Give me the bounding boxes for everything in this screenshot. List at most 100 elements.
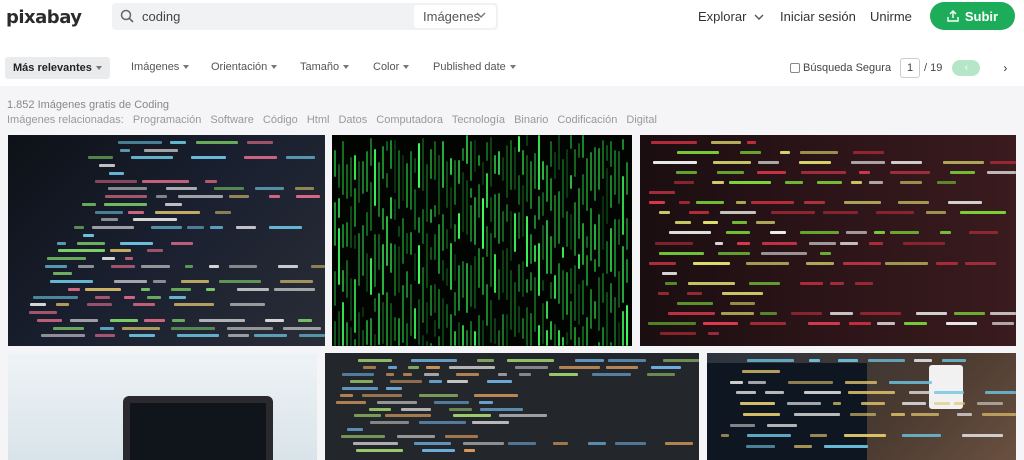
matrix-texture — [530, 313, 532, 346]
code-texture — [984, 391, 1016, 395]
caret-down-icon — [95, 66, 102, 71]
matrix-texture — [334, 202, 336, 246]
image-result[interactable] — [640, 135, 1016, 346]
filter-label: Published date — [433, 61, 506, 73]
matrix-texture — [498, 268, 500, 301]
safe-search-toggle[interactable]: Búsqueda Segura — [790, 62, 891, 74]
code-texture — [518, 372, 532, 376]
related-tag[interactable]: Código — [263, 114, 298, 126]
filter-orientation[interactable]: Orientación — [211, 61, 278, 73]
filter-size[interactable]: Tamaño — [300, 61, 350, 73]
image-result[interactable] — [325, 353, 699, 460]
search-type-dropdown[interactable]: Imágenes — [414, 5, 496, 28]
code-texture — [746, 445, 775, 449]
matrix-texture — [342, 269, 344, 292]
matrix-texture — [550, 177, 552, 212]
related-tag[interactable]: Programación — [133, 114, 201, 126]
page-input[interactable]: 1 — [900, 58, 920, 78]
code-texture — [286, 156, 315, 160]
code-texture — [708, 331, 719, 335]
related-tag[interactable]: Digital — [626, 114, 657, 126]
filter-images[interactable]: Imágenes — [131, 61, 190, 73]
matrix-texture — [466, 262, 468, 314]
matrix-texture — [542, 224, 544, 261]
matrix-texture — [522, 184, 524, 238]
matrix-texture — [574, 148, 576, 177]
related-tag[interactable]: Computadora — [376, 114, 443, 126]
image-result[interactable] — [707, 353, 1016, 460]
upload-button[interactable]: Subir — [930, 2, 1015, 30]
matrix-texture — [378, 233, 380, 271]
code-texture — [187, 226, 205, 230]
related-tag[interactable]: Html — [307, 114, 330, 126]
code-texture — [747, 141, 757, 144]
code-texture — [762, 241, 798, 245]
code-texture — [651, 141, 697, 144]
matrix-texture — [470, 141, 472, 182]
matrix-texture — [582, 174, 584, 206]
matrix-texture — [594, 258, 596, 272]
safe-search-checkbox[interactable] — [790, 63, 800, 73]
code-texture — [800, 231, 840, 235]
explore-menu[interactable]: Explorar — [698, 9, 764, 24]
matrix-texture — [354, 279, 356, 333]
matrix-texture — [498, 151, 500, 175]
code-texture — [67, 287, 80, 291]
matrix-texture — [482, 256, 484, 295]
matrix-texture — [434, 320, 436, 337]
prev-page-button[interactable]: ‹ — [952, 60, 981, 76]
related-tag[interactable]: Tecnología — [452, 114, 505, 126]
login-link[interactable]: Iniciar sesión — [780, 9, 856, 24]
code-texture — [165, 202, 182, 206]
image-result[interactable] — [8, 353, 317, 460]
matrix-texture — [398, 225, 400, 238]
matrix-texture — [346, 260, 348, 298]
matrix-texture — [370, 258, 372, 295]
code-texture — [377, 400, 417, 404]
related-tag[interactable]: Datos — [338, 114, 367, 126]
code-texture — [278, 264, 298, 268]
code-texture — [508, 442, 536, 446]
matrix-texture — [502, 210, 504, 242]
filter-published-date[interactable]: Published date — [433, 61, 516, 73]
image-result[interactable] — [332, 135, 632, 346]
matrix-texture — [450, 314, 452, 346]
related-tag[interactable]: Codificación — [557, 114, 617, 126]
code-texture — [720, 434, 730, 438]
code-texture — [341, 435, 385, 439]
pixabay-logo[interactable]: pixabay — [6, 7, 82, 28]
matrix-texture — [514, 282, 516, 338]
search-icon[interactable] — [120, 9, 134, 23]
matrix-texture — [570, 174, 572, 189]
code-texture — [648, 321, 696, 325]
matrix-texture — [530, 160, 532, 210]
code-texture — [957, 412, 972, 416]
matrix-texture — [590, 289, 592, 329]
code-texture — [703, 221, 719, 225]
code-texture — [674, 181, 694, 185]
upload-icon — [947, 10, 959, 22]
search-type-label: Imágenes — [423, 9, 481, 24]
sort-dropdown[interactable]: Más relevantes — [5, 57, 110, 79]
matrix-texture — [422, 209, 424, 245]
filter-color[interactable]: Color — [373, 61, 410, 73]
search-input[interactable] — [142, 6, 412, 27]
matrix-texture — [562, 337, 564, 346]
join-link[interactable]: Unirme — [870, 9, 912, 24]
code-texture — [949, 171, 976, 175]
next-page-button[interactable]: › — [994, 57, 1016, 79]
code-texture — [342, 372, 374, 376]
matrix-texture — [362, 160, 364, 194]
image-result[interactable] — [8, 135, 325, 346]
related-tag[interactable]: Binario — [514, 114, 548, 126]
matrix-texture — [594, 146, 596, 201]
matrix-texture — [494, 317, 496, 345]
code-texture — [832, 402, 841, 406]
related-tag[interactable]: Software — [210, 114, 253, 126]
code-texture — [243, 156, 278, 160]
code-texture — [786, 402, 822, 406]
code-texture — [654, 241, 694, 245]
code-texture — [823, 211, 858, 215]
matrix-texture — [622, 310, 624, 346]
code-texture — [608, 359, 647, 362]
